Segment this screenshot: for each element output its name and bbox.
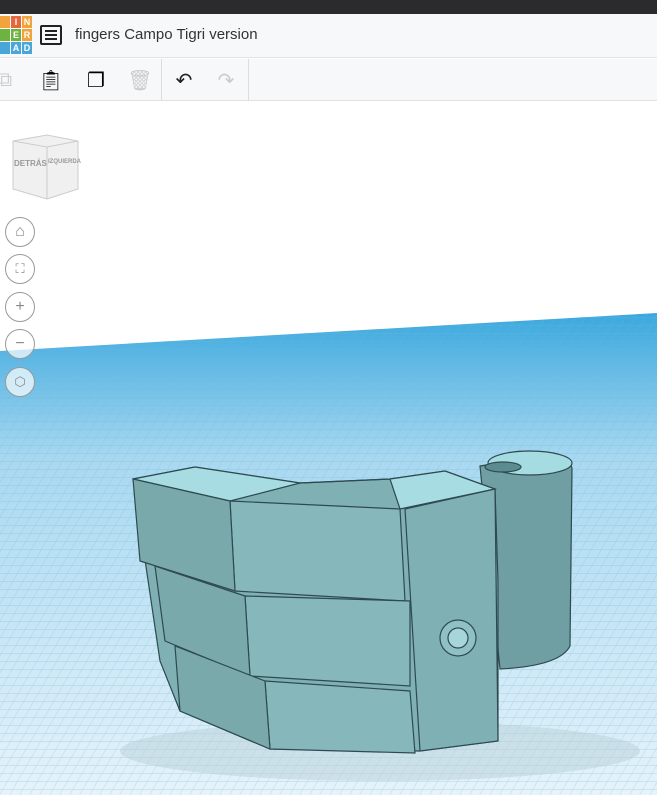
ortho-view-button[interactable]: ⬡ (5, 367, 35, 397)
viewcube-left-face[interactable]: IZQUIERDA (48, 159, 81, 165)
zoom-out-icon: − (15, 335, 25, 352)
fit-view-icon: ⛶ (15, 261, 25, 276)
browser-bar (0, 0, 657, 14)
tinkercad-logo[interactable]: IN ER AD (0, 16, 32, 54)
home-icon: ⌂ (15, 223, 25, 240)
delete-icon[interactable]: 🗑︎ (127, 67, 153, 93)
zoom-in-button[interactable]: + (5, 292, 35, 322)
ortho-view-icon: ⬡ (14, 374, 26, 389)
toolbar: ⧉ 📋︎ ❐ 🗑︎ ↶ ↷ (0, 59, 657, 101)
fit-view-button[interactable]: ⛶ (5, 254, 35, 284)
undo-icon[interactable]: ↶ (171, 67, 197, 93)
home-view-button[interactable]: ⌂ (5, 217, 35, 247)
viewcube-back-face[interactable]: DETRÁS (14, 159, 47, 168)
divider (248, 59, 249, 101)
redo-icon[interactable]: ↷ (213, 67, 239, 93)
zoom-out-button[interactable]: − (5, 329, 35, 359)
zoom-in-icon: + (15, 298, 25, 315)
design-title[interactable]: fingers Campo Tigri version (75, 26, 258, 43)
view-cube[interactable]: DETRÁS IZQUIERDA (10, 131, 81, 201)
divider (161, 59, 162, 101)
3d-viewport[interactable]: DETRÁS IZQUIERDA ⌂ ⛶ + − ⬡ (0, 101, 657, 795)
paste-icon[interactable]: 📋︎ (38, 67, 64, 93)
copy-icon[interactable]: ⧉ (0, 67, 18, 93)
workplane-scene[interactable] (0, 101, 657, 795)
duplicate-icon[interactable]: ❐ (83, 67, 109, 93)
design-list-icon[interactable] (40, 25, 62, 45)
